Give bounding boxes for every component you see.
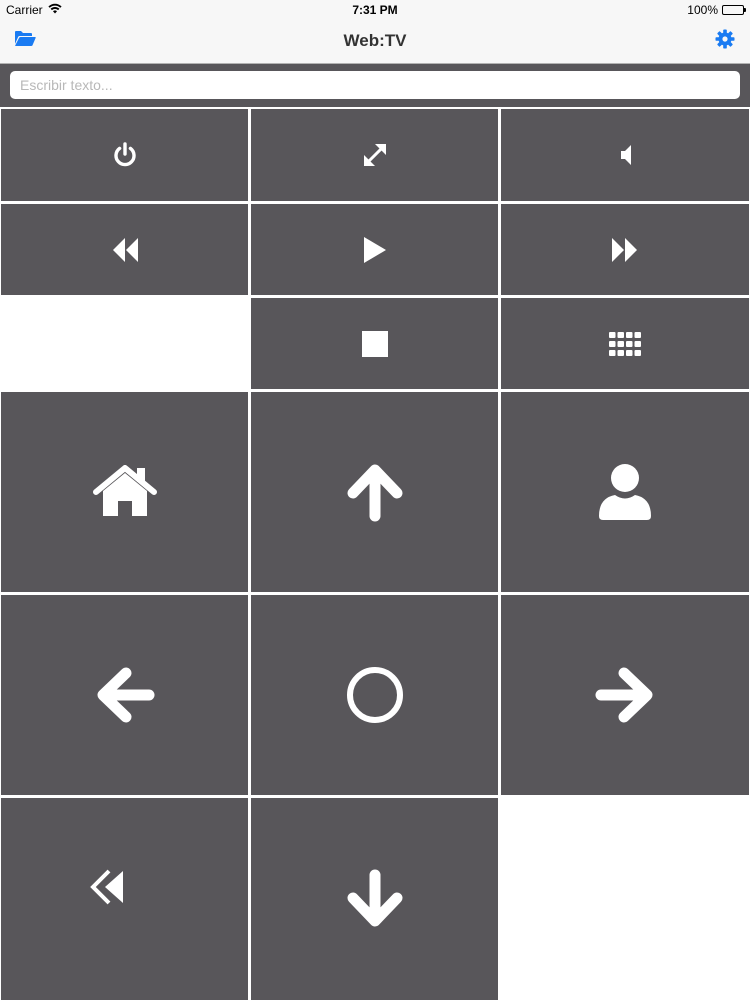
grid-icon — [609, 331, 641, 356]
circle-icon — [345, 665, 405, 725]
status-bar: Carrier 7:31 PM 100% — [0, 0, 750, 20]
home-icon — [92, 465, 157, 519]
rewind-button[interactable] — [1, 204, 248, 295]
power-icon — [111, 141, 139, 169]
text-input[interactable] — [10, 71, 740, 99]
expand-icon — [361, 141, 389, 169]
page-title: Web:TV — [343, 31, 407, 50]
right-button[interactable] — [501, 595, 749, 795]
status-right: 100% — [687, 3, 746, 17]
arrow-up-icon — [345, 462, 405, 522]
reply-all-icon — [89, 867, 161, 931]
ok-button[interactable] — [251, 595, 498, 795]
battery-percent: 100% — [687, 3, 718, 17]
remote-button-grid — [0, 108, 750, 1000]
battery-icon — [722, 5, 746, 15]
play-icon — [362, 236, 388, 264]
gear-icon — [715, 29, 735, 54]
settings-button[interactable] — [712, 29, 738, 53]
menu-grid-button[interactable] — [501, 298, 749, 389]
stop-icon — [361, 330, 388, 357]
status-time: 7:31 PM — [352, 3, 398, 17]
down-button[interactable] — [251, 798, 498, 1000]
home-button[interactable] — [1, 392, 248, 592]
back-button[interactable] — [1, 798, 248, 1000]
volume-icon — [617, 143, 633, 167]
volume-button[interactable] — [501, 109, 749, 201]
play-button[interactable] — [251, 204, 498, 295]
user-icon — [597, 462, 653, 522]
user-button[interactable] — [501, 392, 749, 592]
fullscreen-button[interactable] — [251, 109, 498, 201]
arrow-down-icon — [345, 869, 405, 929]
fast-forward-icon — [611, 237, 639, 263]
up-button[interactable] — [251, 392, 498, 592]
left-button[interactable] — [1, 595, 248, 795]
rewind-icon — [111, 237, 139, 263]
power-button[interactable] — [1, 109, 248, 201]
arrow-right-icon — [595, 665, 655, 725]
stop-button[interactable] — [251, 298, 498, 389]
fast-forward-button[interactable] — [501, 204, 749, 295]
navigation-bar: Web:TV — [0, 20, 750, 64]
text-input-bar — [0, 64, 750, 107]
arrow-left-icon — [95, 665, 155, 725]
